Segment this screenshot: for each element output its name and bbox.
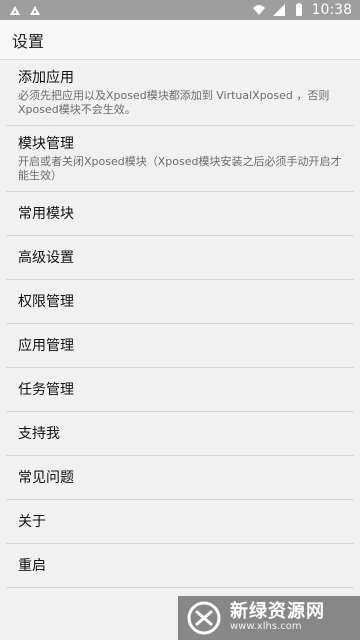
settings-item-title: 支持我 — [18, 425, 60, 442]
watermark-name: 新绿资源网 — [230, 601, 325, 623]
status-time: 10:38 — [311, 2, 352, 18]
status-system-icons: 10:38 — [252, 2, 352, 18]
watermark-text: 新绿资源网 www.xlhs.com — [230, 601, 325, 633]
settings-item-app-management[interactable]: 应用管理 — [6, 324, 354, 368]
wifi-icon — [252, 5, 265, 15]
settings-item-title: 常用模块 — [18, 205, 74, 222]
settings-item-title: 应用管理 — [18, 337, 74, 354]
settings-item-task-management[interactable]: 任务管理 — [6, 368, 354, 412]
watermark-url: www.xlhs.com — [230, 621, 302, 633]
app-toolbar: 设置 — [0, 20, 360, 60]
settings-item-reboot[interactable]: 重启 — [6, 544, 354, 588]
settings-item-title: 模块管理 — [18, 135, 74, 152]
settings-item-title: 常见问题 — [18, 469, 74, 486]
settings-item-title: 任务管理 — [18, 381, 74, 398]
settings-item-title: 高级设置 — [18, 249, 74, 266]
settings-item-title: 权限管理 — [18, 293, 74, 310]
settings-item-title: 关于 — [18, 513, 46, 530]
settings-item-advanced-settings[interactable]: 高级设置 — [6, 236, 354, 280]
status-notifications — [8, 3, 42, 17]
settings-item-summary: 必须先把应用以及Xposed模块都添加到 VirtualXposed ，否则Xp… — [18, 88, 330, 116]
android-notification-icon — [10, 6, 20, 15]
settings-item-faq[interactable]: 常见问题 — [6, 456, 354, 500]
signal-icon — [272, 4, 285, 16]
settings-list: 添加应用 必须先把应用以及Xposed模块都添加到 VirtualXposed … — [0, 60, 360, 588]
settings-item-permission-management[interactable]: 权限管理 — [6, 280, 354, 324]
watermark-logo-icon — [187, 601, 221, 635]
status-bar: 10:38 — [0, 0, 360, 20]
settings-item-title: 添加应用 — [18, 69, 74, 86]
settings-item-about[interactable]: 关于 — [6, 500, 354, 544]
settings-item-module-management[interactable]: 模块管理 开启或者关闭Xposed模块（Xposed模块安装之后必须手动开启才能… — [6, 126, 354, 192]
settings-item-common-modules[interactable]: 常用模块 — [6, 192, 354, 236]
settings-item-add-app[interactable]: 添加应用 必须先把应用以及Xposed模块都添加到 VirtualXposed … — [6, 60, 354, 126]
settings-item-summary: 开启或者关闭Xposed模块（Xposed模块安装之后必须手动开启才能生效） — [18, 154, 342, 182]
page-title: 设置 — [12, 31, 45, 51]
settings-item-title: 重启 — [18, 557, 46, 574]
watermark: 新绿资源网 www.xlhs.com — [178, 596, 360, 640]
settings-item-support-me[interactable]: 支持我 — [6, 412, 354, 456]
battery-icon — [295, 3, 302, 16]
android-notification-icon — [30, 6, 40, 15]
